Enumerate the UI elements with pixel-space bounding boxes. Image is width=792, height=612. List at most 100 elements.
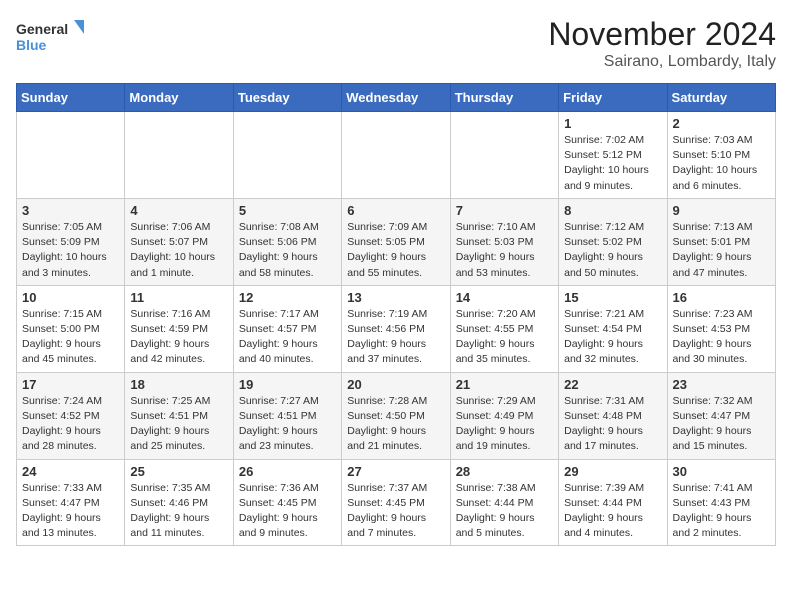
calendar-cell: 9 Sunrise: 7:13 AM Sunset: 5:01 PM Daylig… — [667, 198, 775, 285]
day-info: Sunrise: 7:36 AM Sunset: 4:45 PM Dayligh… — [239, 481, 336, 542]
calendar-cell: 20 Sunrise: 7:28 AM Sunset: 4:50 PM Dayli… — [342, 372, 450, 459]
calendar-cell: 23 Sunrise: 7:32 AM Sunset: 4:47 PM Dayli… — [667, 372, 775, 459]
day-number: 11 — [130, 290, 227, 305]
day-info: Sunrise: 7:39 AM Sunset: 4:44 PM Dayligh… — [564, 481, 661, 542]
weekday-header-tuesday: Tuesday — [233, 84, 341, 112]
day-info: Sunrise: 7:23 AM Sunset: 4:53 PM Dayligh… — [673, 307, 770, 368]
day-info: Sunrise: 7:17 AM Sunset: 4:57 PM Dayligh… — [239, 307, 336, 368]
day-number: 23 — [673, 377, 770, 392]
title-block: November 2024 Sairano, Lombardy, Italy — [548, 16, 776, 71]
day-number: 7 — [456, 203, 553, 218]
calendar-cell: 7Sunrise: 7:10 AM Sunset: 5:03 PM Daylig… — [450, 198, 558, 285]
calendar-cell: 6 Sunrise: 7:09 AM Sunset: 5:05 PM Daylig… — [342, 198, 450, 285]
day-number: 15 — [564, 290, 661, 305]
calendar-week-row: 1 Sunrise: 7:02 AM Sunset: 5:12 PM Daylig… — [17, 112, 776, 199]
calendar-cell: 3 Sunrise: 7:05 AM Sunset: 5:09 PM Daylig… — [17, 198, 125, 285]
calendar-table: SundayMondayTuesdayWednesdayThursdayFrid… — [16, 83, 776, 546]
day-info: Sunrise: 7:38 AM Sunset: 4:44 PM Dayligh… — [456, 481, 553, 542]
weekday-header-sunday: Sunday — [17, 84, 125, 112]
weekday-header-row: SundayMondayTuesdayWednesdayThursdayFrid… — [17, 84, 776, 112]
day-number: 9 — [673, 203, 770, 218]
calendar-cell: 26 Sunrise: 7:36 AM Sunset: 4:45 PM Dayli… — [233, 459, 341, 546]
calendar-cell: 10 Sunrise: 7:15 AM Sunset: 5:00 PM Dayli… — [17, 285, 125, 372]
day-info: Sunrise: 7:08 AM Sunset: 5:06 PM Dayligh… — [239, 220, 336, 281]
calendar-cell: 21 Sunrise: 7:29 AM Sunset: 4:49 PM Dayli… — [450, 372, 558, 459]
month-year-title: November 2024 — [548, 16, 776, 53]
calendar-cell: 2Sunrise: 7:03 AM Sunset: 5:10 PM Daylig… — [667, 112, 775, 199]
day-info: Sunrise: 7:32 AM Sunset: 4:47 PM Dayligh… — [673, 394, 770, 455]
calendar-cell: 5 Sunrise: 7:08 AM Sunset: 5:06 PM Daylig… — [233, 198, 341, 285]
day-number: 26 — [239, 464, 336, 479]
day-number: 28 — [456, 464, 553, 479]
day-info: Sunrise: 7:15 AM Sunset: 5:00 PM Dayligh… — [22, 307, 119, 368]
day-number: 6 — [347, 203, 444, 218]
day-number: 4 — [130, 203, 227, 218]
calendar-cell: 19 Sunrise: 7:27 AM Sunset: 4:51 PM Dayli… — [233, 372, 341, 459]
calendar-week-row: 10 Sunrise: 7:15 AM Sunset: 5:00 PM Dayli… — [17, 285, 776, 372]
day-info: Sunrise: 7:35 AM Sunset: 4:46 PM Dayligh… — [130, 481, 227, 542]
calendar-week-row: 24Sunrise: 7:33 AM Sunset: 4:47 PM Dayli… — [17, 459, 776, 546]
calendar-cell: 11 Sunrise: 7:16 AM Sunset: 4:59 PM Dayli… — [125, 285, 233, 372]
weekday-header-monday: Monday — [125, 84, 233, 112]
day-info: Sunrise: 7:06 AM Sunset: 5:07 PM Dayligh… — [130, 220, 227, 281]
calendar-cell — [342, 112, 450, 199]
day-info: Sunrise: 7:31 AM Sunset: 4:48 PM Dayligh… — [564, 394, 661, 455]
day-info: Sunrise: 7:13 AM Sunset: 5:01 PM Dayligh… — [673, 220, 770, 281]
day-info: Sunrise: 7:03 AM Sunset: 5:10 PM Dayligh… — [673, 133, 770, 194]
day-number: 3 — [22, 203, 119, 218]
day-info: Sunrise: 7:37 AM Sunset: 4:45 PM Dayligh… — [347, 481, 444, 542]
calendar-cell: 13 Sunrise: 7:19 AM Sunset: 4:56 PM Dayli… — [342, 285, 450, 372]
svg-text:General: General — [16, 21, 68, 37]
calendar-cell: 25 Sunrise: 7:35 AM Sunset: 4:46 PM Dayli… — [125, 459, 233, 546]
calendar-cell: 27 Sunrise: 7:37 AM Sunset: 4:45 PM Dayli… — [342, 459, 450, 546]
calendar-cell: 12 Sunrise: 7:17 AM Sunset: 4:57 PM Dayli… — [233, 285, 341, 372]
day-info: Sunrise: 7:33 AM Sunset: 4:47 PM Dayligh… — [22, 481, 119, 542]
day-number: 21 — [456, 377, 553, 392]
day-number: 20 — [347, 377, 444, 392]
weekday-header-thursday: Thursday — [450, 84, 558, 112]
calendar-cell: 24Sunrise: 7:33 AM Sunset: 4:47 PM Dayli… — [17, 459, 125, 546]
day-number: 29 — [564, 464, 661, 479]
day-info: Sunrise: 7:16 AM Sunset: 4:59 PM Dayligh… — [130, 307, 227, 368]
day-number: 18 — [130, 377, 227, 392]
day-info: Sunrise: 7:27 AM Sunset: 4:51 PM Dayligh… — [239, 394, 336, 455]
calendar-cell — [125, 112, 233, 199]
calendar-cell: 22Sunrise: 7:31 AM Sunset: 4:48 PM Dayli… — [559, 372, 667, 459]
day-number: 8 — [564, 203, 661, 218]
calendar-cell — [233, 112, 341, 199]
calendar-cell: 17Sunrise: 7:24 AM Sunset: 4:52 PM Dayli… — [17, 372, 125, 459]
day-info: Sunrise: 7:09 AM Sunset: 5:05 PM Dayligh… — [347, 220, 444, 281]
day-number: 12 — [239, 290, 336, 305]
calendar-week-row: 17Sunrise: 7:24 AM Sunset: 4:52 PM Dayli… — [17, 372, 776, 459]
weekday-header-wednesday: Wednesday — [342, 84, 450, 112]
calendar-cell: 8Sunrise: 7:12 AM Sunset: 5:02 PM Daylig… — [559, 198, 667, 285]
calendar-cell: 15Sunrise: 7:21 AM Sunset: 4:54 PM Dayli… — [559, 285, 667, 372]
calendar-cell: 30Sunrise: 7:41 AM Sunset: 4:43 PM Dayli… — [667, 459, 775, 546]
day-info: Sunrise: 7:25 AM Sunset: 4:51 PM Dayligh… — [130, 394, 227, 455]
day-number: 27 — [347, 464, 444, 479]
calendar-cell: 28 Sunrise: 7:38 AM Sunset: 4:44 PM Dayli… — [450, 459, 558, 546]
day-info: Sunrise: 7:19 AM Sunset: 4:56 PM Dayligh… — [347, 307, 444, 368]
svg-text:Blue: Blue — [16, 37, 47, 53]
weekday-header-saturday: Saturday — [667, 84, 775, 112]
day-number: 25 — [130, 464, 227, 479]
calendar-cell: 16 Sunrise: 7:23 AM Sunset: 4:53 PM Dayli… — [667, 285, 775, 372]
calendar-cell: 4 Sunrise: 7:06 AM Sunset: 5:07 PM Daylig… — [125, 198, 233, 285]
weekday-header-friday: Friday — [559, 84, 667, 112]
day-number: 1 — [564, 116, 661, 131]
day-number: 10 — [22, 290, 119, 305]
day-info: Sunrise: 7:29 AM Sunset: 4:49 PM Dayligh… — [456, 394, 553, 455]
day-number: 5 — [239, 203, 336, 218]
calendar-cell: 1 Sunrise: 7:02 AM Sunset: 5:12 PM Daylig… — [559, 112, 667, 199]
day-info: Sunrise: 7:05 AM Sunset: 5:09 PM Dayligh… — [22, 220, 119, 281]
calendar-cell: 18 Sunrise: 7:25 AM Sunset: 4:51 PM Dayli… — [125, 372, 233, 459]
day-number: 14 — [456, 290, 553, 305]
calendar-cell: 29 Sunrise: 7:39 AM Sunset: 4:44 PM Dayli… — [559, 459, 667, 546]
page-header: General Blue November 2024 Sairano, Lomb… — [16, 16, 776, 71]
day-number: 13 — [347, 290, 444, 305]
day-number: 19 — [239, 377, 336, 392]
day-info: Sunrise: 7:28 AM Sunset: 4:50 PM Dayligh… — [347, 394, 444, 455]
day-number: 30 — [673, 464, 770, 479]
day-number: 16 — [673, 290, 770, 305]
day-info: Sunrise: 7:02 AM Sunset: 5:12 PM Dayligh… — [564, 133, 661, 194]
